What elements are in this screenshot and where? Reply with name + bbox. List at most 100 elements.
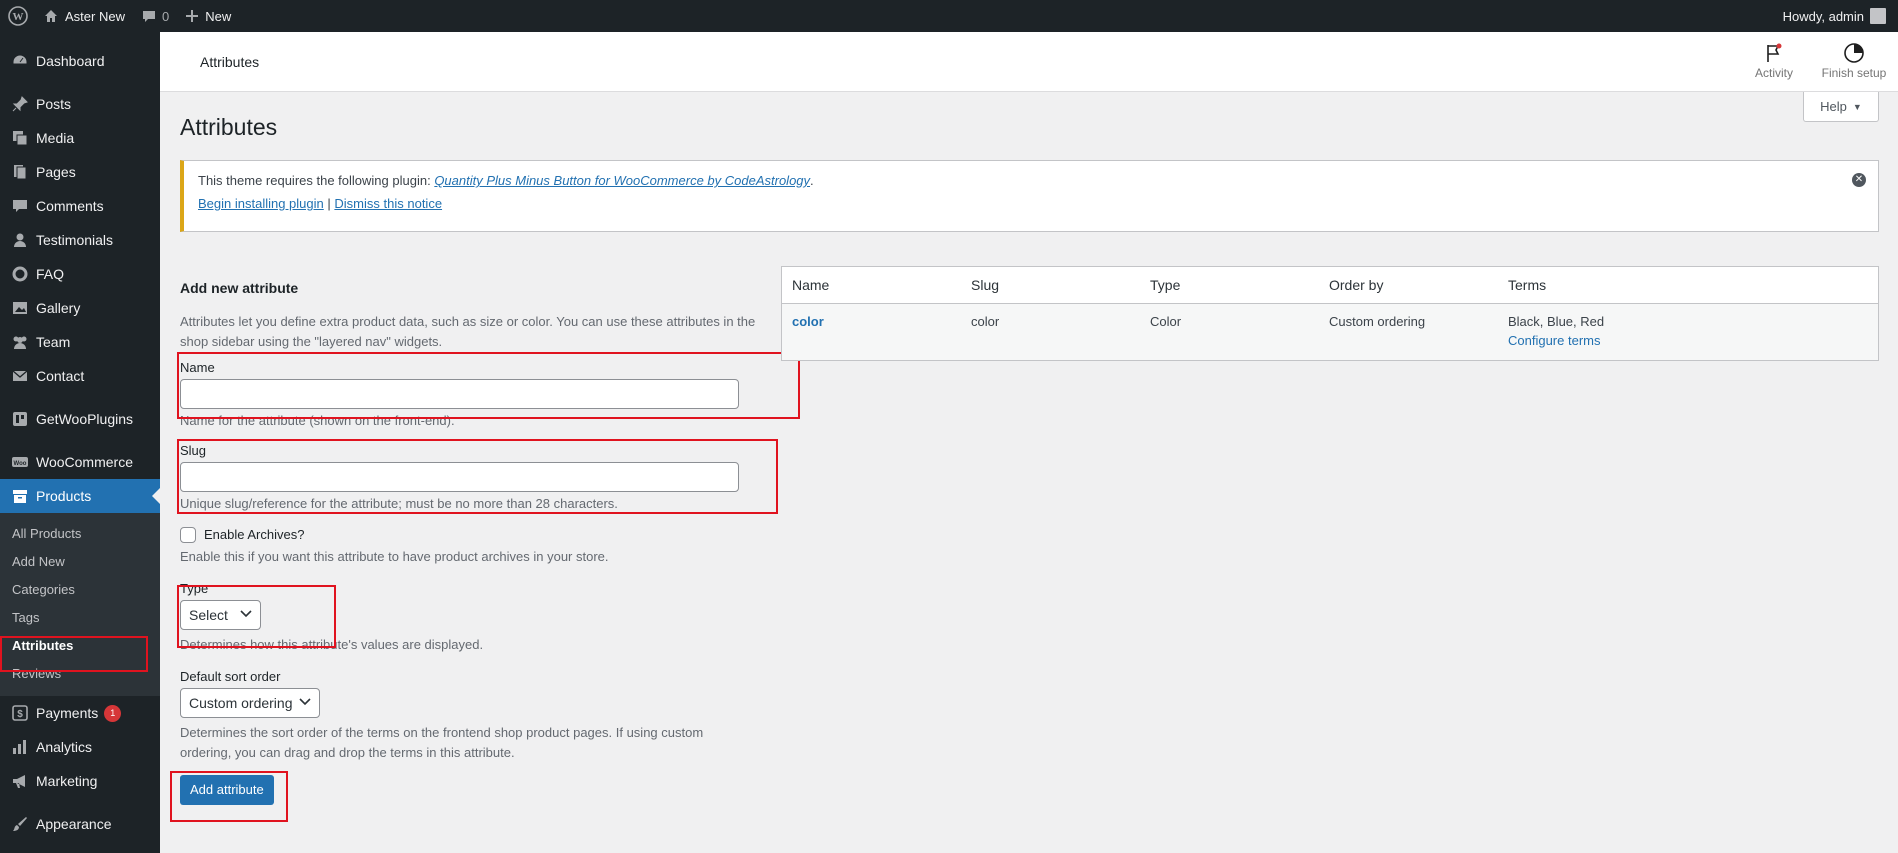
column-header-name: Name <box>792 277 830 293</box>
dismiss-notice-link[interactable]: Dismiss this notice <box>334 196 442 211</box>
plugin-notice: This theme requires the following plugin… <box>180 160 1879 232</box>
dollar-icon: $ <box>10 703 30 723</box>
sidebar-item-appearance[interactable]: Appearance <box>0 807 160 841</box>
svg-text:$: $ <box>17 709 23 720</box>
submenu-add-new[interactable]: Add New <box>0 548 160 576</box>
table-row: color color Color Custom ordering Black,… <box>782 304 1878 360</box>
new-label: New <box>205 8 232 24</box>
wordpress-logo-icon[interactable]: W <box>0 0 35 32</box>
sidebar-item-pages[interactable]: Pages <box>0 155 160 189</box>
form-title: Add new attribute <box>180 280 299 296</box>
sidebar-item-testimonials[interactable]: Testimonials <box>0 223 160 257</box>
form-intro: Attributes let you define extra product … <box>180 314 756 350</box>
highlight-slug-field <box>177 439 778 514</box>
close-icon[interactable]: ✕ <box>1852 173 1866 187</box>
flag-icon <box>1734 40 1814 66</box>
sort-select-value: Custom ordering <box>189 694 293 711</box>
sidebar-item-label: Team <box>36 334 71 350</box>
enable-archives-checkbox[interactable] <box>180 526 196 543</box>
sidebar-item-woocommerce[interactable]: Woo WooCommerce <box>0 445 160 479</box>
caret-down-icon: ▼ <box>1852 101 1862 112</box>
sidebar-item-label: Products <box>36 488 92 504</box>
sidebar-item-comments[interactable]: Comments <box>0 189 160 223</box>
dashboard-icon <box>10 51 30 71</box>
site-name-link[interactable]: Aster New <box>35 0 133 32</box>
megaphone-icon <box>10 771 30 791</box>
sidebar-item-label: Media <box>36 130 75 146</box>
sidebar-item-label: Analytics <box>36 739 93 755</box>
notice-period: . <box>810 173 814 188</box>
sidebar-item-media[interactable]: Media <box>0 121 160 155</box>
attribute-slug: color <box>971 314 1000 329</box>
payments-badge: 1 <box>104 704 122 722</box>
attribute-terms-cell: Black, Blue, Red Configure terms <box>1498 314 1878 360</box>
sidebar-item-label: GetWooPlugins <box>36 411 134 427</box>
finish-setup-label: Finish setup <box>1821 66 1887 80</box>
account-menu[interactable]: Howdy, admin <box>1775 0 1898 32</box>
sidebar-item-label: FAQ <box>36 266 65 282</box>
user-icon <box>10 230 30 250</box>
finish-setup-button[interactable]: Finish setup <box>1814 40 1894 80</box>
sidebar-item-analytics[interactable]: Analytics <box>0 730 160 764</box>
pages-icon <box>10 162 30 182</box>
chevron-down-icon <box>298 697 311 709</box>
activity-button[interactable]: Activity <box>1734 40 1814 80</box>
sidebar-item-label: Pages <box>36 164 76 180</box>
sidebar-item-marketing[interactable]: Marketing <box>0 764 160 798</box>
admin-bar: W Aster New 0 New Howdy, admin <box>0 0 1898 32</box>
plus-icon <box>186 10 199 22</box>
column-header-slug: Slug <box>971 277 1000 293</box>
sidebar-item-posts[interactable]: Posts <box>0 87 160 121</box>
highlight-add-button <box>170 771 288 822</box>
sidebar-item-getwooplugins[interactable]: GetWooPlugins <box>0 402 160 436</box>
sidebar-item-label: Appearance <box>36 816 112 832</box>
begin-installing-link[interactable]: Begin installing plugin <box>198 196 324 211</box>
attribute-name-link[interactable]: color <box>792 314 824 329</box>
plugin-icon <box>10 409 30 429</box>
archive-icon <box>10 486 30 506</box>
highlight-attributes-menu <box>0 636 148 672</box>
column-header-order-by: Order by <box>1329 277 1384 293</box>
enable-archives-label: Enable Archives? <box>204 527 305 543</box>
sidebar-item-label: Comments <box>36 198 104 214</box>
new-content-link[interactable]: New <box>177 0 239 32</box>
help-tab-button[interactable]: Help ▼ <box>1803 92 1879 122</box>
attribute-type: Color <box>1150 314 1182 329</box>
progress-circle-icon <box>1814 40 1894 66</box>
gallery-icon <box>10 298 30 318</box>
attributes-table: Name Slug Type Order by Terms color colo… <box>781 266 1879 361</box>
sidebar-item-label: Gallery <box>36 300 81 316</box>
sidebar-item-label: Posts <box>36 96 72 112</box>
comments-link[interactable]: 0 <box>133 0 177 32</box>
header-title: Attributes <box>200 54 260 70</box>
sort-order-select[interactable]: Custom ordering <box>180 687 320 718</box>
archives-field-group: Enable Archives? Enable this if you want… <box>180 526 760 567</box>
plugin-link[interactable]: Quantity Plus Minus Button for WooCommer… <box>434 173 810 188</box>
configure-terms-link[interactable]: Configure terms <box>1508 333 1878 348</box>
table-header: Name Slug Type Order by Terms <box>782 267 1878 304</box>
sidebar-item-payments[interactable]: $ Payments 1 <box>0 696 160 730</box>
sidebar-item-faq[interactable]: FAQ <box>0 257 160 291</box>
sidebar-item-team[interactable]: Team <box>0 325 160 359</box>
submenu-categories[interactable]: Categories <box>0 576 160 604</box>
notice-text: This theme requires the following plugin… <box>198 173 1864 188</box>
sidebar-item-gallery[interactable]: Gallery <box>0 291 160 325</box>
sort-description: Determines the sort order of the terms o… <box>180 724 704 760</box>
notice-actions: Begin installing plugin | Dismiss this n… <box>198 196 1864 211</box>
attribute-terms: Black, Blue, Red <box>1508 314 1605 329</box>
sidebar-item-contact[interactable]: Contact <box>0 359 160 393</box>
site-name: Aster New <box>65 8 125 24</box>
sidebar-item-label: Payments <box>36 705 99 721</box>
comment-icon <box>10 196 30 216</box>
home-icon <box>45 10 57 22</box>
sidebar-item-label: WooCommerce <box>36 454 133 470</box>
column-header-terms: Terms <box>1508 277 1547 293</box>
sort-label: Default sort order <box>180 668 281 684</box>
sidebar-item-products[interactable]: Products <box>0 479 160 513</box>
submenu-all-products[interactable]: All Products <box>0 520 160 548</box>
activity-label: Activity <box>1754 66 1793 80</box>
submenu-tags[interactable]: Tags <box>0 604 160 632</box>
sidebar-item-dashboard[interactable]: Dashboard <box>0 44 160 78</box>
svg-text:W: W <box>12 11 23 23</box>
comment-icon <box>142 11 155 22</box>
